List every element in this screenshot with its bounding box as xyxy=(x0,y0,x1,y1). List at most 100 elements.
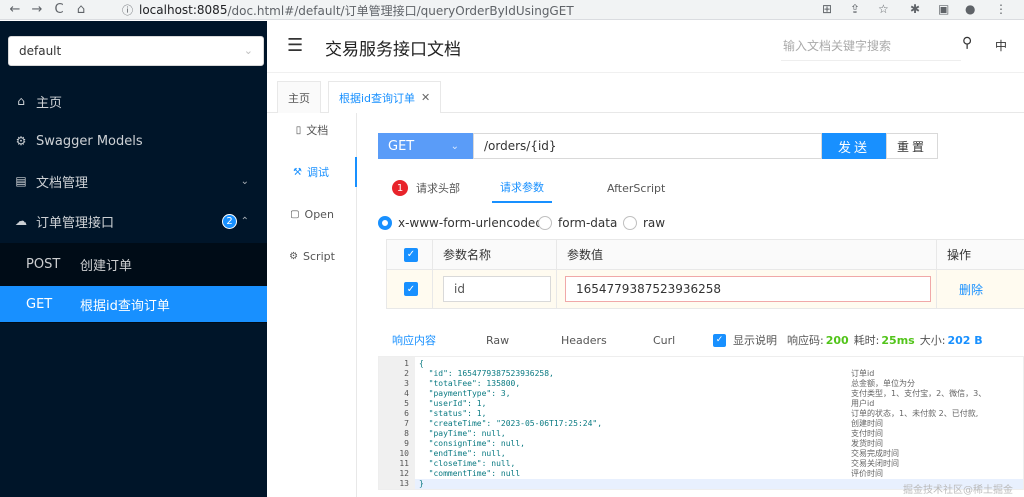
url-input[interactable]: /orders/{id} xyxy=(473,133,822,159)
tab-response-content[interactable]: 响应内容 xyxy=(392,327,436,353)
param-value-input[interactable]: 1654779387523936258 xyxy=(565,276,931,302)
extensions-icon[interactable]: ✱ xyxy=(910,2,920,16)
request-tabs: 1 请求头部 请求参数 AfterScript xyxy=(378,173,1024,203)
sidebar-subitem-query-order[interactable]: GET 根据id查询订单 xyxy=(0,286,267,322)
tab-after-script[interactable]: AfterScript xyxy=(607,173,665,203)
browser-toolbar: ← → C ⌂ ⓘ localhost:8085 /doc.html#/defa… xyxy=(0,0,1024,20)
field-comment: 支付类型，1、支付宝，2、微信，3、 xyxy=(851,389,987,398)
sidebar-item-swagger-models[interactable]: ⚙ Swagger Models xyxy=(0,123,267,159)
sidebar-item-label: 主页 xyxy=(36,95,63,111)
param-value-cell: 1654779387523936258 xyxy=(557,270,937,308)
tab-query-order[interactable]: 根据id查询订单 ✕ xyxy=(328,81,442,113)
chevron-down-icon: ⌄ xyxy=(450,140,459,152)
param-name-input[interactable]: id xyxy=(443,276,551,302)
address-bar[interactable]: ⓘ localhost:8085 /doc.html#/default/订单管理… xyxy=(116,1,796,19)
code-line: "consignTime": null, xyxy=(419,439,525,448)
param-name-cell: id xyxy=(433,270,557,308)
forward-icon[interactable]: → xyxy=(30,2,44,17)
code-line: { xyxy=(419,359,424,368)
select-all-checkbox[interactable]: ✓ xyxy=(404,247,418,262)
params-table: ✓ 参数名称 参数值 操作 ✓ id 1654779387523936258 删… xyxy=(386,239,1024,309)
field-comment: 用户id xyxy=(851,399,875,408)
delete-link[interactable]: 删除 xyxy=(959,281,983,298)
code-line: "closeTime": null, xyxy=(419,459,516,468)
tab-home[interactable]: 主页 xyxy=(277,81,321,113)
nav-debug[interactable]: ⚒ 调试 xyxy=(267,157,357,187)
sidebar-subitem-label: 根据id查询订单 xyxy=(80,298,170,314)
select-all-cell: ✓ xyxy=(387,240,433,269)
line-number: 12 xyxy=(399,469,409,478)
line-number: 13 xyxy=(399,479,409,488)
radio-form-data[interactable]: form-data xyxy=(538,216,617,230)
size-label: 大小: xyxy=(919,334,946,347)
nav-script[interactable]: ⚙ Script xyxy=(267,241,357,271)
tab-request-headers[interactable]: 1 请求头部 xyxy=(392,173,460,203)
tab-raw[interactable]: Raw xyxy=(486,327,509,353)
radio-label: x-www-form-urlencoded xyxy=(398,216,543,230)
radio-circle xyxy=(378,216,392,230)
nav-label: Open xyxy=(304,207,334,221)
code-line: "endTime": null, xyxy=(419,449,506,458)
reload-icon[interactable]: C xyxy=(52,2,66,17)
radio-raw[interactable]: raw xyxy=(623,216,665,230)
nav-label: 文档 xyxy=(306,124,329,137)
field-comment: 总金额，单位为分 xyxy=(851,379,915,388)
sidebar-subitem-label: 创建订单 xyxy=(80,258,133,274)
send-button[interactable]: 发送 xyxy=(822,133,886,159)
sidebar-item-doc-manage[interactable]: ▤ 文档管理 ⌄ xyxy=(0,163,267,199)
reset-button[interactable]: 重置 xyxy=(886,133,938,159)
show-desc-label: 显示说明 xyxy=(733,334,777,347)
search-input[interactable]: 输入文档关键字搜索 xyxy=(781,31,961,61)
line-number: 7 xyxy=(404,419,409,428)
tab-headers[interactable]: Headers xyxy=(561,327,607,353)
line-number: 1 xyxy=(404,359,409,368)
star-icon[interactable]: ☆ xyxy=(878,2,889,16)
back-icon[interactable]: ← xyxy=(8,2,22,17)
group-select[interactable]: default ⌄ xyxy=(8,36,264,66)
share-icon[interactable]: ⇪ xyxy=(850,2,860,16)
sidebar-item-home[interactable]: ⌂ 主页 xyxy=(0,83,267,119)
translate-icon[interactable]: ⊞ xyxy=(822,2,832,16)
menu-toggle-icon[interactable]: ☰ xyxy=(287,35,303,56)
submenu: POST 创建订单 GET 根据id查询订单 xyxy=(0,243,267,323)
table-row: ✓ id 1654779387523936258 删除 xyxy=(387,270,1024,308)
chevron-down-icon: ⌄ xyxy=(243,44,253,57)
nav-open[interactable]: ▢ Open xyxy=(267,199,357,229)
sidebar-item-order-api[interactable]: ☁ 订单管理接口 2 ⌃ xyxy=(0,203,267,239)
row-checkbox[interactable]: ✓ xyxy=(404,282,418,296)
field-comment: 交易关闭时间 xyxy=(851,459,899,468)
models-icon: ⚙ xyxy=(15,134,27,148)
tab-request-params[interactable]: 请求参数 xyxy=(492,173,552,203)
search-icon[interactable]: ⚲ xyxy=(962,35,972,51)
chevron-up-icon: ⌃ xyxy=(240,215,249,227)
action-cell: 删除 xyxy=(937,270,1024,308)
tab-label: 请求参数 xyxy=(500,181,544,194)
profile-avatar[interactable]: ● xyxy=(965,2,975,16)
language-switch[interactable]: 中 xyxy=(995,37,1007,54)
code-line: "paymentType": 3, xyxy=(419,389,511,398)
close-icon[interactable]: ✕ xyxy=(421,91,430,104)
show-desc-checkbox[interactable]: ✓ xyxy=(713,333,726,347)
field-comment: 订单的状态，1、未付款 2、已付款, xyxy=(851,409,979,418)
watermark: 掘金技术社区@稀土掘金 xyxy=(903,485,1013,496)
browser-menu-icon[interactable]: ⋮ xyxy=(995,2,1007,16)
radio-urlencoded[interactable]: x-www-form-urlencoded xyxy=(378,216,543,230)
nav-doc[interactable]: ▯ 文档 xyxy=(267,115,357,145)
line-number: 5 xyxy=(404,399,409,408)
nav-label: Script xyxy=(303,249,335,263)
line-number: 10 xyxy=(399,449,409,458)
sidepanel-icon[interactable]: ▣ xyxy=(938,2,949,16)
response-editor[interactable]: 1 2 3 4 5 6 7 8 9 10 11 12 13 { "id": 16… xyxy=(378,356,1024,490)
field-comment: 订单id xyxy=(851,369,875,378)
sidebar-subitem-create-order[interactable]: POST 创建订单 xyxy=(0,246,267,282)
method-select[interactable]: GET ⌄ xyxy=(378,133,473,159)
body-type-radios: x-www-form-urlencoded form-data raw xyxy=(378,214,1024,234)
response-time: 25ms xyxy=(881,333,915,347)
site-info-icon[interactable]: ⓘ xyxy=(122,2,133,18)
home-browser-icon[interactable]: ⌂ xyxy=(74,2,88,17)
line-number: 11 xyxy=(399,459,409,468)
http-method: GET xyxy=(26,296,53,312)
tab-curl[interactable]: Curl xyxy=(653,327,675,353)
page-title: 交易服务接口文档 xyxy=(325,40,461,60)
method-value: GET xyxy=(388,138,415,154)
